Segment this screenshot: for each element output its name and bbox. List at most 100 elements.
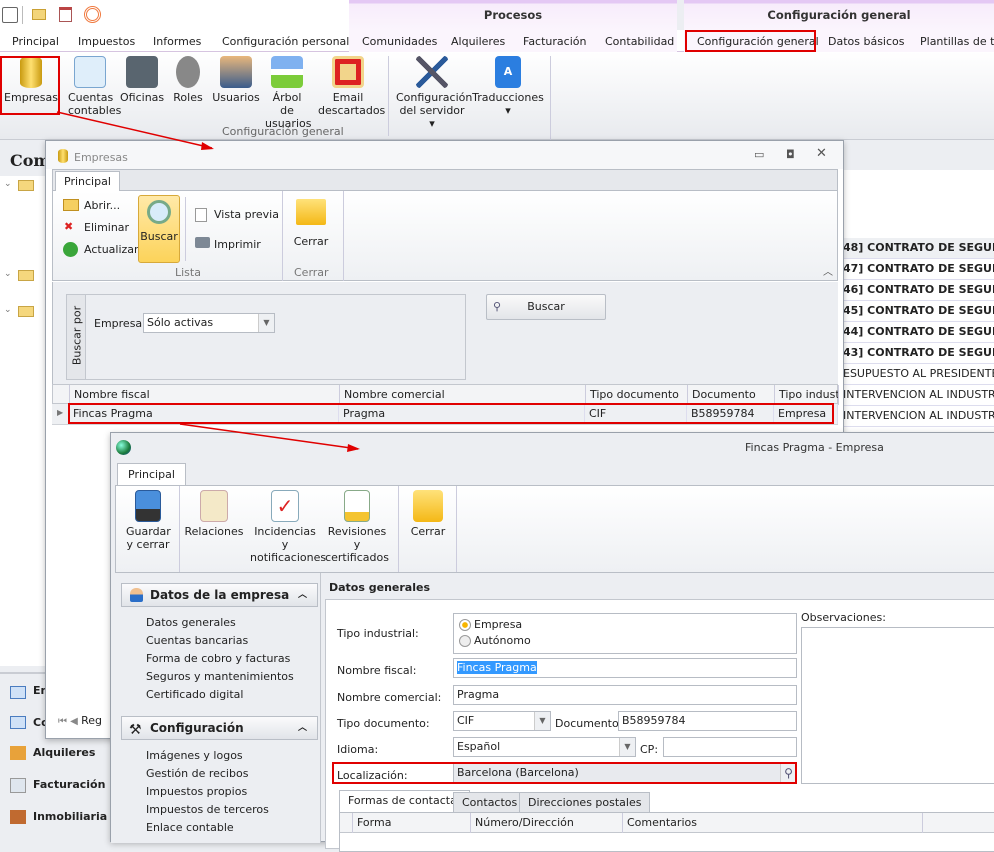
grid-navigator[interactable]: ⏮ ◀ Reg <box>52 711 112 731</box>
nav-forma-cobro[interactable]: Forma de cobro y facturas <box>146 652 290 665</box>
tipo-documento-label: Tipo documento: <box>337 717 430 730</box>
configuracion-servidor-button[interactable]: Configuración del servidor ▾ <box>394 56 472 130</box>
radio-autonomo[interactable] <box>459 635 471 647</box>
column-tipo-documento[interactable]: Tipo documento <box>586 385 688 405</box>
folder-tree[interactable]: ⌄ ⌄ ⌄ <box>0 176 45 666</box>
empresa-select[interactable]: Sólo activas ▼ <box>143 313 275 333</box>
abrir-button[interactable]: Abrir... <box>84 199 120 212</box>
cp-input[interactable] <box>663 737 797 757</box>
chevron-down-icon[interactable]: ▼ <box>619 738 635 756</box>
chevron-up-icon[interactable]: ︿ <box>298 717 307 739</box>
observaciones-textarea[interactable] <box>801 627 994 784</box>
list-item[interactable]: 46] CONTRATO DE SEGURIDA <box>843 280 994 301</box>
buscar-por-panel: Buscar por Empresa: Sólo activas ▼ <box>66 294 466 380</box>
buscar-search-button[interactable]: ⚲ Buscar <box>486 294 606 320</box>
rss-icon[interactable] <box>84 6 101 23</box>
chevron-down-icon[interactable]: ▼ <box>258 314 274 332</box>
magnifier-icon: ⚲ <box>493 300 502 313</box>
subtab-contactos[interactable]: Contactos <box>453 792 527 812</box>
column-nombre-comercial[interactable]: Nombre comercial <box>340 385 586 405</box>
arbol-usuarios-button[interactable]: Árbol de usuarios <box>264 56 311 130</box>
chevron-up-icon[interactable]: ︿ <box>298 584 307 606</box>
mail-icon[interactable] <box>32 9 46 20</box>
minimize-button[interactable]: ▭ <box>754 148 764 161</box>
column-comentarios[interactable]: Comentarios <box>623 813 923 833</box>
column-documento[interactable]: Documento <box>688 385 775 405</box>
maximize-button[interactable]: ◘ <box>786 148 795 161</box>
cerrar-button[interactable]: Cerrar <box>289 197 333 248</box>
cuentas-contables-button[interactable]: Cuentas contables <box>62 56 121 117</box>
tab-principal[interactable]: Principal <box>55 171 120 192</box>
column-nombre-fiscal[interactable]: Nombre fiscal <box>70 385 340 405</box>
subtab-formas-contactar[interactable]: Formas de contactar <box>339 790 471 812</box>
tab-alquileres[interactable]: Alquileres <box>451 35 505 48</box>
relaciones-button[interactable]: Relaciones <box>184 490 244 538</box>
subtab-direcciones[interactable]: Direcciones postales <box>519 792 651 812</box>
oficinas-button[interactable]: Oficinas <box>120 56 164 104</box>
tab-informes[interactable]: Informes <box>153 35 201 48</box>
empresas-titlebar: Empresas ▭ ◘ ✕ <box>46 141 843 169</box>
list-item[interactable]: INTERVENCION AL INDUSTRIA <box>843 406 994 427</box>
tab-datos-basicos[interactable]: Datos básicos <box>828 35 905 48</box>
nav-seguros[interactable]: Seguros y mantenimientos <box>146 670 294 683</box>
column-numero-direccion[interactable]: Número/Dirección <box>471 813 623 833</box>
tasks-icon[interactable] <box>59 7 72 22</box>
tab-principal-detail[interactable]: Principal <box>117 463 186 486</box>
nav-alquileres[interactable]: Alquileres <box>33 746 95 759</box>
nav-enlace-contable[interactable]: Enlace contable <box>146 821 234 834</box>
nav-impuestos-propios[interactable]: Impuestos propios <box>146 785 247 798</box>
tab-principal[interactable]: Principal <box>12 35 59 48</box>
nav-header-configuracion[interactable]: ⚒ Configuración ︿ <box>121 716 318 740</box>
list-item[interactable]: 47] CONTRATO DE SEGURIDA <box>843 259 994 280</box>
list-item[interactable]: INTERVENCION AL INDUSTRIA <box>843 385 994 406</box>
tab-configuracion-personal[interactable]: Configuración personal <box>222 35 349 48</box>
tab-plantillas[interactable]: Plantillas de tex <box>920 35 994 48</box>
nav-facturacion[interactable]: Facturación <box>33 778 105 791</box>
nav-datos-generales[interactable]: Datos generales <box>146 616 236 629</box>
actualizar-button[interactable]: Actualizar <box>84 243 139 256</box>
list-item[interactable]: 43] CONTRATO DE SEGURIDA <box>843 343 994 364</box>
column-forma[interactable]: Forma <box>353 813 471 833</box>
nav-header-datos-empresa[interactable]: Datos de la empresa ︿ <box>121 583 318 607</box>
close-button[interactable]: ✕ <box>816 146 827 161</box>
app-menu-icon[interactable] <box>2 7 18 23</box>
idioma-select[interactable]: Español ▼ <box>453 737 636 757</box>
usuarios-button[interactable]: Usuarios <box>212 56 260 104</box>
buscar-button[interactable]: Buscar <box>138 195 180 263</box>
email-descartados-button[interactable]: Email descartados <box>314 56 385 117</box>
imprimir-button[interactable]: Imprimir <box>214 238 261 251</box>
tab-comunidades[interactable]: Comunidades <box>362 35 437 48</box>
list-item[interactable]: ESUPUESTO AL PRESIDENTE <box>843 364 994 385</box>
nombre-comercial-input[interactable]: Pragma <box>453 685 797 705</box>
column-tipo-industrial[interactable]: Tipo industri <box>775 385 839 405</box>
nav-cuentas-bancarias[interactable]: Cuentas bancarias <box>146 634 248 647</box>
nombre-fiscal-value: Fincas Pragma <box>457 661 537 674</box>
nav-recibos[interactable]: Gestión de recibos <box>146 767 248 780</box>
revisiones-button[interactable]: Revisiones y certificados <box>324 490 390 564</box>
list-item[interactable]: 48] CONTRATO DE SEGURIDA <box>843 238 994 259</box>
vista-previa-button[interactable]: Vista previa <box>214 208 279 221</box>
nav-certificado[interactable]: Certificado digital <box>146 688 243 701</box>
nombre-fiscal-input[interactable]: Fincas Pragma <box>453 658 797 678</box>
tab-contabilidad[interactable]: Contabilidad <box>605 35 674 48</box>
nav-impuestos-terceros[interactable]: Impuestos de terceros <box>146 803 269 816</box>
radio-empresa[interactable] <box>459 619 471 631</box>
nav-imagenes[interactable]: Imágenes y logos <box>146 749 243 762</box>
collapse-ribbon-icon[interactable]: ︿ <box>823 263 833 278</box>
checklist-icon: ✓ <box>271 490 299 522</box>
roles-button[interactable]: Roles <box>170 56 206 104</box>
traducciones-button[interactable]: A Traducciones ▾ <box>472 56 544 117</box>
tab-facturacion[interactable]: Facturación <box>523 35 586 48</box>
documento-input[interactable]: B58959784 <box>618 711 797 731</box>
tipo-documento-select[interactable]: CIF ▼ <box>453 711 551 731</box>
guardar-cerrar-button[interactable]: Guardar y cerrar <box>120 490 176 551</box>
facturacion-icon <box>10 778 26 793</box>
list-item[interactable]: 45] CONTRATO DE SEGURIDA <box>843 301 994 322</box>
cerrar-detail-button[interactable]: Cerrar <box>406 490 450 538</box>
list-item[interactable]: 44] CONTRATO DE SEGURIDA <box>843 322 994 343</box>
chevron-down-icon[interactable]: ▼ <box>534 712 550 730</box>
incidencias-button[interactable]: ✓ Incidencias y notificaciones <box>250 490 326 564</box>
tab-impuestos[interactable]: Impuestos <box>78 35 135 48</box>
nav-inmobiliaria[interactable]: Inmobiliaria <box>33 810 107 823</box>
eliminar-button[interactable]: Eliminar <box>84 221 129 234</box>
